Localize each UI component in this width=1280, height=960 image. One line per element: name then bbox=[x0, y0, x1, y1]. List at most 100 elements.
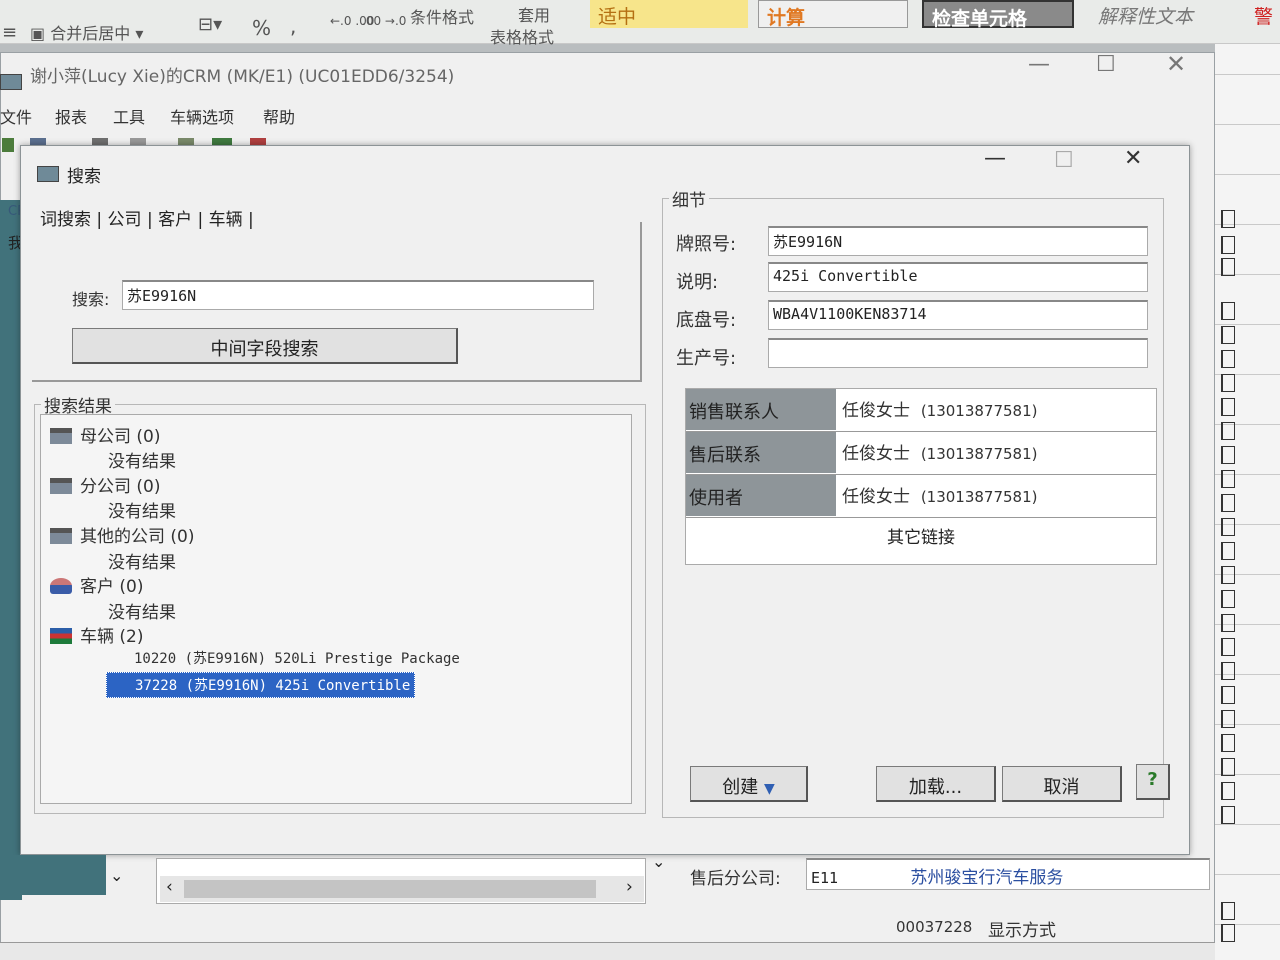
excel-cell-marker bbox=[1221, 758, 1235, 776]
other-links[interactable]: 其它链接 bbox=[686, 523, 1156, 548]
menu-report[interactable]: 报表 bbox=[55, 104, 87, 128]
comma-button[interactable]: , bbox=[290, 14, 296, 38]
style-calc[interactable]: 计算 bbox=[758, 0, 908, 29]
excel-cell-marker bbox=[1221, 210, 1235, 228]
menu-tools[interactable]: 工具 bbox=[113, 104, 145, 128]
excel-cell-marker bbox=[1221, 446, 1235, 464]
merge-center-button[interactable]: ▣ 合并后居中 ▾ bbox=[30, 20, 143, 44]
scroll-right-icon[interactable]: › bbox=[626, 877, 633, 897]
contact-role: 使用者 bbox=[686, 475, 836, 516]
currency-format-icon[interactable]: ⊟▾ bbox=[198, 14, 222, 35]
vehicle-result-item[interactable]: 10220 (苏E9916N) 520Li Prestige Package bbox=[134, 648, 460, 668]
excel-cell-marker bbox=[1221, 710, 1235, 728]
excel-cell-marker bbox=[1221, 782, 1235, 800]
crm-app-icon bbox=[0, 74, 22, 90]
result-vehicle[interactable]: 车辆 (2) bbox=[50, 622, 144, 647]
production-field[interactable] bbox=[768, 338, 1148, 368]
toolbar-icon[interactable] bbox=[2, 138, 14, 152]
crm-left-panel bbox=[0, 200, 22, 900]
style-explanatory[interactable]: 解释性文本 bbox=[1090, 0, 1240, 28]
result-no-results: 没有结果 bbox=[108, 603, 176, 623]
dialog-close-button[interactable]: ✕ bbox=[1124, 146, 1142, 171]
excel-cell-marker bbox=[1221, 924, 1235, 942]
excel-cell-marker bbox=[1221, 302, 1235, 320]
chassis-label: 底盘号: bbox=[676, 310, 737, 331]
dialog-maximize-button[interactable]: ☐ bbox=[1054, 148, 1074, 173]
result-customer[interactable]: 客户 (0) bbox=[50, 572, 144, 597]
factory-icon bbox=[50, 428, 72, 444]
conditional-format-button[interactable]: 条件格式 bbox=[410, 4, 474, 28]
cancel-button[interactable]: 取消 bbox=[1002, 766, 1122, 802]
customer-icon bbox=[50, 578, 72, 594]
excel-cell-marker bbox=[1221, 686, 1235, 704]
decimal-decrease-button[interactable]: .00 →.0 bbox=[362, 14, 406, 28]
search-label: 搜索: bbox=[72, 290, 110, 309]
align-icon[interactable]: ≡ bbox=[2, 22, 17, 43]
contact-value: 任俊女士 (13013877581) bbox=[842, 401, 1038, 421]
chevron-down-icon: ▼ bbox=[763, 781, 775, 797]
style-check-cell[interactable]: 检查单元格 bbox=[922, 0, 1074, 30]
percent-button[interactable]: % bbox=[252, 16, 271, 40]
contact-row[interactable]: 销售联系人 任俊女士 (13013877581) bbox=[686, 389, 1156, 432]
table-format-line2[interactable]: 表格格式 bbox=[490, 24, 554, 48]
menu-vehicle-options[interactable]: 车辆选项 bbox=[170, 104, 234, 128]
contact-row[interactable]: 售后联系 任俊女士 (13013877581) bbox=[686, 432, 1156, 475]
scroll-left-icon[interactable]: ‹ bbox=[166, 877, 173, 897]
mid-field-search-button[interactable]: 中间字段搜索 bbox=[72, 328, 458, 364]
excel-ribbon: ≡ ▣ 合并后居中 ▾ ⊟▾ % , ←.0 .00 .00 →.0 条件格式 … bbox=[0, 0, 1280, 47]
excel-cell-marker bbox=[1221, 638, 1235, 656]
excel-cell-marker bbox=[1221, 374, 1235, 392]
crm-minimize-button[interactable]: — bbox=[1028, 52, 1050, 77]
excel-cell-marker bbox=[1221, 470, 1235, 488]
excel-cell-marker bbox=[1221, 398, 1235, 416]
excel-cell-marker bbox=[1221, 236, 1235, 254]
record-number: 00037228 bbox=[896, 918, 973, 936]
search-input[interactable]: 苏E9916N bbox=[122, 280, 594, 310]
table-format-line1[interactable]: 套用 bbox=[518, 2, 550, 26]
style-neutral[interactable]: 适中 bbox=[590, 0, 748, 28]
search-panel-border bbox=[640, 222, 642, 382]
factory-icon bbox=[50, 528, 72, 544]
contact-row[interactable]: 使用者 任俊女士 (13013877581) bbox=[686, 475, 1156, 518]
load-button[interactable]: 加载... bbox=[876, 766, 996, 802]
chevron-down-icon[interactable]: ⌄ bbox=[652, 852, 665, 871]
contact-role: 销售联系人 bbox=[686, 389, 836, 430]
aftersales-field[interactable]: E11 苏州骏宝行汽车服务 bbox=[806, 858, 1210, 890]
dialog-title: 搜索 bbox=[67, 167, 101, 187]
contact-value: 任俊女士 (13013877581) bbox=[842, 487, 1038, 507]
menu-help[interactable]: 帮助 bbox=[263, 104, 295, 128]
help-button[interactable]: ? bbox=[1136, 764, 1170, 800]
result-branch-company[interactable]: 分公司 (0) bbox=[50, 472, 161, 497]
crm-close-button[interactable]: ✕ bbox=[1166, 50, 1186, 78]
chassis-field[interactable]: WBA4V1100KEN83714 bbox=[768, 300, 1148, 330]
chevron-down-icon[interactable]: ⌄ bbox=[110, 866, 123, 885]
result-other-company[interactable]: 其他的公司 (0) bbox=[50, 522, 195, 547]
description-label: 说明: bbox=[676, 272, 719, 293]
search-tabs[interactable]: 词搜索 | 公司 | 客户 | 车辆 | bbox=[40, 205, 254, 230]
horizontal-scrollbar[interactable]: ‹ › bbox=[160, 876, 644, 902]
vehicle-result-item-selected[interactable]: 37228 (苏E9916N) 425i Convertible bbox=[106, 672, 416, 698]
vehicle-icon bbox=[50, 628, 72, 644]
excel-cell-marker bbox=[1221, 494, 1235, 512]
menu-file[interactable]: 文件 bbox=[0, 104, 32, 128]
dialog-minimize-button[interactable]: — bbox=[984, 146, 1006, 171]
plate-field[interactable]: 苏E9916N bbox=[768, 226, 1148, 256]
style-warning[interactable]: 警 bbox=[1254, 0, 1280, 28]
display-mode[interactable]: 显示方式 bbox=[988, 916, 1056, 941]
scroll-thumb[interactable] bbox=[184, 880, 596, 898]
dialog-app-icon bbox=[37, 166, 59, 182]
excel-cell-marker bbox=[1221, 662, 1235, 680]
factory-icon bbox=[50, 478, 72, 494]
excel-cell-marker bbox=[1221, 902, 1235, 920]
plate-label: 牌照号: bbox=[676, 234, 737, 255]
excel-cell-marker bbox=[1221, 350, 1235, 368]
excel-cell-marker bbox=[1221, 590, 1235, 608]
create-button[interactable]: 创建 ▼ bbox=[690, 766, 808, 802]
excel-cell-marker bbox=[1221, 326, 1235, 344]
result-parent-company[interactable]: 母公司 (0) bbox=[50, 422, 161, 447]
description-field[interactable]: 425i Convertible bbox=[768, 262, 1148, 292]
excel-cell-marker bbox=[1221, 806, 1235, 824]
crm-window-title: 谢小萍(Lucy Xie)的CRM (MK/E1) (UC01EDD6/3254… bbox=[30, 67, 455, 87]
excel-cell-marker bbox=[1221, 422, 1235, 440]
crm-maximize-button[interactable]: ☐ bbox=[1096, 52, 1116, 77]
